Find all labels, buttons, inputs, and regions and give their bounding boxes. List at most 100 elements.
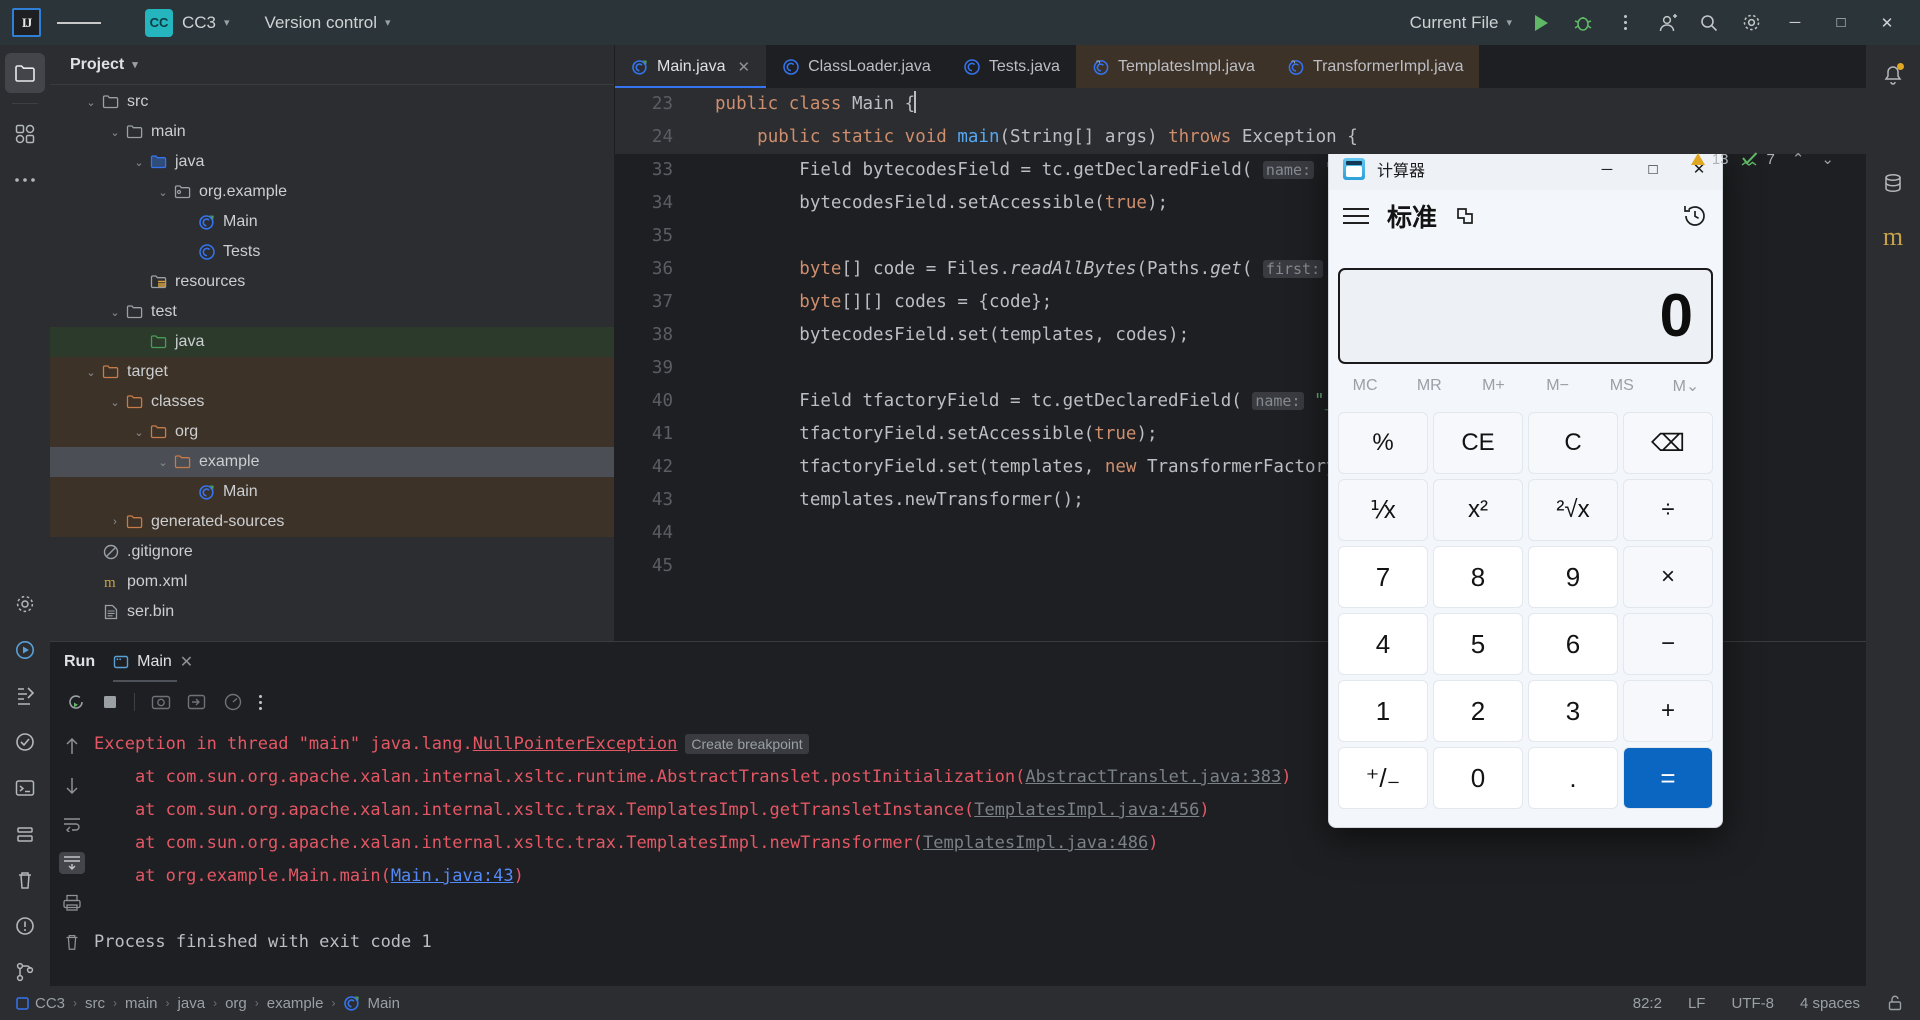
- tree-item-ser-bin[interactable]: ser.bin: [50, 597, 614, 627]
- tree-item-org[interactable]: ⌄ org: [50, 417, 614, 447]
- tree-item-classes[interactable]: ⌄ classes: [50, 387, 614, 417]
- calculator-key-add[interactable]: +: [1623, 680, 1713, 742]
- tree-twisty-icon[interactable]: ⌄: [106, 126, 124, 139]
- maven-icon[interactable]: m: [1873, 217, 1913, 257]
- notifications-tool-icon[interactable]: [5, 906, 45, 946]
- editor-tab-templatesimpl-java[interactable]: TemplatesImpl.java: [1075, 45, 1271, 88]
- inspection-widget[interactable]: 13 7 ⌃ ⌄: [1690, 150, 1834, 168]
- line-separator[interactable]: LF: [1688, 995, 1706, 1012]
- history-icon[interactable]: [1682, 203, 1708, 229]
- breadcrumb-item-java[interactable]: java: [178, 995, 206, 1012]
- breadcrumb-item-main[interactable]: main: [125, 995, 158, 1012]
- calculator-key-digit-3[interactable]: 3: [1528, 680, 1618, 742]
- calculator-key-digit-2[interactable]: 2: [1433, 680, 1523, 742]
- console-stack-link[interactable]: Main.java:43: [391, 866, 514, 886]
- tree-item-main[interactable]: Main: [50, 207, 614, 237]
- problems-tool-icon[interactable]: [5, 676, 45, 716]
- calculator-key-reciprocal[interactable]: ⅟x: [1338, 479, 1428, 541]
- breadcrumb-item-src[interactable]: src: [85, 995, 105, 1012]
- memory-button-m[interactable]: M⌄: [1654, 376, 1718, 396]
- more-tool-windows-icon[interactable]: [5, 160, 45, 200]
- tree-item-main[interactable]: ⌄ main: [50, 117, 614, 147]
- console-stack-link[interactable]: TemplatesImpl.java:456: [974, 800, 1199, 820]
- tree-item-resources[interactable]: resources: [50, 267, 614, 297]
- scroll-down-icon[interactable]: [63, 776, 81, 796]
- export-icon[interactable]: [187, 693, 207, 711]
- calculator-title-bar[interactable]: 计算器 ─ □ ✕: [1329, 148, 1722, 190]
- intellij-logo-icon[interactable]: IJ: [12, 8, 41, 37]
- memory-button-m[interactable]: M−: [1526, 377, 1590, 395]
- scroll-to-end-icon[interactable]: [59, 852, 85, 874]
- scroll-up-icon[interactable]: [63, 736, 81, 756]
- memory-button-mc[interactable]: MC: [1333, 377, 1397, 395]
- calculator-key-digit-4[interactable]: 4: [1338, 613, 1428, 675]
- calculator-key-subtract[interactable]: −: [1623, 613, 1713, 675]
- calculator-key-square[interactable]: x²: [1433, 479, 1523, 541]
- editor-tab-classloader-java[interactable]: ClassLoader.java: [766, 45, 947, 88]
- account-icon[interactable]: [1646, 0, 1688, 45]
- tree-item-tests[interactable]: Tests: [50, 237, 614, 267]
- breadcrumb-item-example[interactable]: example: [267, 995, 324, 1012]
- settings-icon[interactable]: [1730, 0, 1772, 45]
- hamburger-menu-icon[interactable]: [57, 0, 101, 45]
- tree-twisty-icon[interactable]: ⌄: [154, 186, 172, 199]
- search-icon[interactable]: [1688, 0, 1730, 45]
- tree-twisty-icon[interactable]: ⌄: [82, 96, 100, 109]
- editor-tab-transformerimpl-java[interactable]: TransformerImpl.java: [1270, 45, 1480, 88]
- create-breakpoint-button[interactable]: Create breakpoint: [685, 734, 809, 754]
- calculator-key-digit-6[interactable]: 6: [1528, 613, 1618, 675]
- more-icon[interactable]: [259, 694, 262, 710]
- code-area[interactable]: 31 nameField.set(templates, "test");3233…: [615, 88, 1920, 641]
- calculator-key-digit-1[interactable]: 1: [1338, 680, 1428, 742]
- tree-twisty-icon[interactable]: ⌄: [106, 306, 124, 319]
- run-tool-icon[interactable]: [5, 630, 45, 670]
- navigation-menu-icon[interactable]: [1343, 203, 1369, 229]
- next-problem-icon[interactable]: ⌄: [1821, 150, 1834, 168]
- tree-item-main[interactable]: Main: [50, 477, 614, 507]
- debug-icon[interactable]: [1562, 0, 1604, 45]
- calculator-key-digit-8[interactable]: 8: [1433, 546, 1523, 608]
- database-icon[interactable]: [1873, 163, 1913, 203]
- stop-icon[interactable]: [102, 694, 118, 710]
- tree-item--gitignore[interactable]: .gitignore: [50, 537, 614, 567]
- print-icon[interactable]: [62, 894, 82, 912]
- calculator-key-multiply[interactable]: ×: [1623, 546, 1713, 608]
- calculator-key-backspace[interactable]: ⌫: [1623, 412, 1713, 474]
- console-stack-link[interactable]: TemplatesImpl.java:486: [923, 833, 1148, 853]
- services-tool-icon[interactable]: [5, 722, 45, 762]
- unlocked-icon[interactable]: [1886, 994, 1904, 1012]
- keep-on-top-icon[interactable]: [1453, 204, 1477, 228]
- project-panel-header[interactable]: Project ▾: [50, 45, 614, 85]
- tree-twisty-icon[interactable]: ⌄: [130, 156, 148, 169]
- editor-tab-main-java[interactable]: Main.java ✕: [615, 45, 767, 88]
- calculator-key-square-root[interactable]: ²√x: [1528, 479, 1618, 541]
- delete-tool-icon[interactable]: [5, 860, 45, 900]
- soft-wrap-icon[interactable]: [62, 816, 82, 832]
- memory-button-ms[interactable]: MS: [1590, 377, 1654, 395]
- file-encoding[interactable]: UTF-8: [1731, 995, 1774, 1012]
- console-stack-link[interactable]: AbstractTranslet.java:383: [1025, 767, 1281, 787]
- project-selector[interactable]: CC CC3 ▾: [127, 8, 230, 37]
- tree-item-test[interactable]: ⌄ test: [50, 297, 614, 327]
- window-minimize-button[interactable]: ─: [1772, 0, 1818, 45]
- caret-position[interactable]: 82:2: [1633, 995, 1662, 1012]
- close-icon[interactable]: ✕: [737, 58, 750, 76]
- settings-sync-icon[interactable]: [5, 584, 45, 624]
- tree-item-pom-xml[interactable]: m pom.xml: [50, 567, 614, 597]
- project-tool-icon[interactable]: [5, 53, 45, 93]
- calculator-key-key-C[interactable]: C: [1528, 412, 1618, 474]
- tree-item-target[interactable]: ⌄ target: [50, 357, 614, 387]
- calculator-key-digit-0[interactable]: 0: [1433, 747, 1523, 809]
- calculator-key-digit-9[interactable]: 9: [1528, 546, 1618, 608]
- window-close-button[interactable]: ✕: [1864, 0, 1910, 45]
- profile-icon[interactable]: [223, 692, 243, 712]
- previous-problem-icon[interactable]: ⌃: [1792, 150, 1805, 168]
- rerun-icon[interactable]: [66, 692, 86, 712]
- calculator-maximize-button[interactable]: □: [1630, 148, 1676, 190]
- tree-twisty-icon[interactable]: ⌄: [82, 366, 100, 379]
- memory-button-mr[interactable]: MR: [1397, 377, 1461, 395]
- run-tab-main[interactable]: Main ✕: [113, 642, 193, 682]
- calculator-key-divide[interactable]: ÷: [1623, 479, 1713, 541]
- clear-all-icon[interactable]: [62, 932, 82, 952]
- indent-setting[interactable]: 4 spaces: [1800, 995, 1860, 1012]
